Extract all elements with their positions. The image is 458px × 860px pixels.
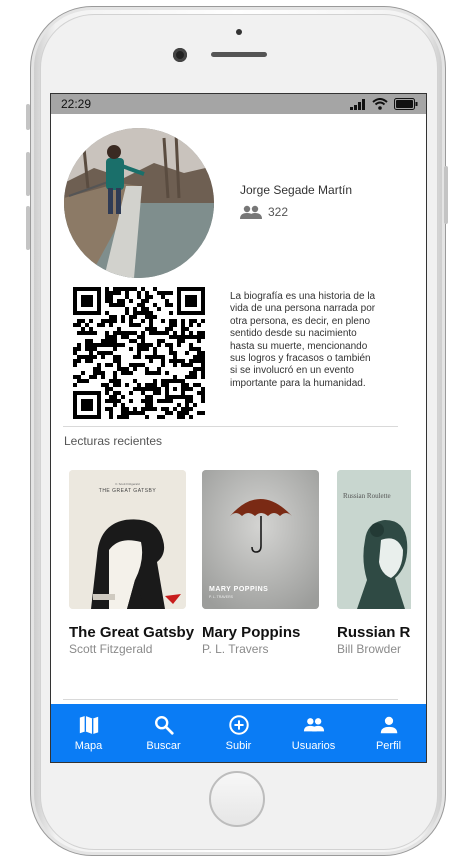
home-button[interactable]	[209, 771, 265, 827]
book-author: Bill Browder	[337, 642, 402, 656]
divider	[63, 699, 398, 700]
tab-label: Buscar	[146, 740, 181, 752]
users-icon	[303, 718, 324, 732]
volume-up-button	[26, 152, 30, 196]
avatar-photo	[64, 128, 214, 278]
cover-title: MARY POPPINS	[209, 586, 269, 593]
status-icons	[350, 98, 418, 110]
cover-title: THE GREAT GATSBY	[98, 488, 157, 494]
profile-bio: La biografía es una historia de la vida …	[230, 291, 376, 389]
divider	[63, 426, 398, 427]
tab-label: Perfil	[375, 740, 402, 752]
tab-label: Subir	[225, 740, 252, 752]
cover-subtitle: P. L. TRAVERS	[209, 595, 233, 599]
proximity-sensor	[236, 29, 242, 35]
status-time: 22:29	[61, 97, 92, 111]
status-bar: 22:29	[51, 94, 426, 114]
roulette-cover-art	[337, 470, 411, 609]
tab-usuarios[interactable]: Usuarios	[279, 714, 349, 752]
qr-code[interactable]	[73, 287, 205, 419]
book-title: Mary Poppins	[202, 624, 301, 641]
tab-bar: Mapa Buscar Subir Usuarios Perfil	[51, 704, 426, 762]
recent-reads-carousel[interactable]: THE GREAT GATSBY F. Scott Fitzgerald The…	[69, 470, 411, 670]
book-title: The Great Gatsby	[69, 624, 195, 641]
wifi-icon	[372, 98, 388, 110]
map-icon	[79, 715, 98, 735]
avatar[interactable]	[64, 128, 214, 278]
book-cover: MARY POPPINS P. L. TRAVERS	[202, 470, 319, 609]
cover-title: Russian Roulette	[343, 492, 391, 500]
book-card[interactable]: Russian Roulette Russian Roulette Bill B…	[337, 470, 411, 656]
book-author: Scott Fitzgerald	[69, 642, 153, 656]
signal-icon	[350, 98, 365, 110]
tab-mapa[interactable]: Mapa	[54, 714, 124, 752]
profile-content: Jorge Segade Martín 322 La biografía es …	[51, 114, 426, 706]
people-icon	[240, 205, 262, 219]
book-title: Russian Roulette	[337, 624, 411, 641]
tab-label: Usuarios	[291, 740, 336, 752]
app-screen: 22:29 Jorge Segade Martín 322 La biograf…	[50, 93, 427, 763]
mute-switch	[26, 104, 30, 130]
recent-reads-title: Lecturas recientes	[64, 434, 163, 448]
volume-down-button	[26, 206, 30, 250]
power-button	[444, 166, 448, 224]
tab-perfil[interactable]: Perfil	[354, 714, 424, 752]
tab-subir[interactable]: Subir	[204, 714, 274, 752]
followers-value: 322	[268, 205, 289, 219]
cover-subtitle: F. Scott Fitzgerald	[115, 482, 140, 486]
search-icon	[154, 716, 174, 735]
tab-buscar[interactable]: Buscar	[129, 714, 199, 752]
book-card[interactable]: THE GREAT GATSBY F. Scott Fitzgerald The…	[69, 470, 199, 656]
battery-icon	[394, 98, 418, 110]
earpiece-speaker	[211, 52, 267, 57]
followers-count[interactable]: 322	[240, 205, 288, 219]
person-icon	[380, 716, 397, 734]
book-author: P. L. Travers	[202, 642, 269, 656]
book-cover: THE GREAT GATSBY F. Scott Fitzgerald	[69, 470, 186, 609]
user-name: Jorge Segade Martín	[240, 183, 353, 197]
book-card[interactable]: MARY POPPINS P. L. TRAVERS Mary Poppins …	[202, 470, 332, 656]
tab-label: Mapa	[74, 740, 103, 752]
book-cover: Russian Roulette	[337, 470, 411, 609]
upload-icon	[228, 715, 249, 735]
front-camera	[173, 48, 187, 62]
